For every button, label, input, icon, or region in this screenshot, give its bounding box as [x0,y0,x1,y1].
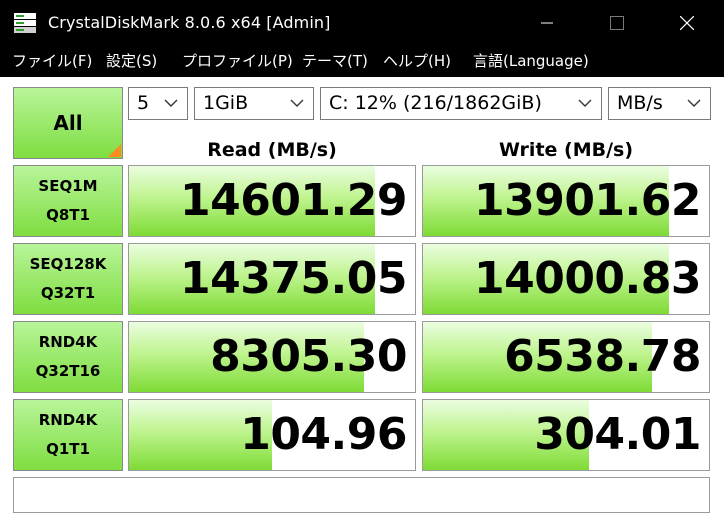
close-icon [680,16,694,30]
minimize-button[interactable] [524,0,570,46]
chevron-down-icon [578,99,592,107]
maximize-button[interactable] [594,0,640,46]
test-button-rnd4k-q32t16[interactable]: RND4K Q32T16 [13,321,123,393]
minimize-icon [541,22,553,24]
test-button-rnd4k-q1t1[interactable]: RND4K Q1T1 [13,399,123,471]
write-value: 304.01 [534,409,701,460]
unit-value: MB/s [617,92,663,114]
drive-value: C: 12% (216/1862GiB) [329,92,542,114]
test-name-line2: Q1T1 [46,440,90,458]
result-write-seq128k-q32t1: 14000.83 [422,243,710,315]
comment-input[interactable] [13,477,710,513]
test-count-value: 5 [137,92,150,114]
unit-select[interactable]: MB/s [608,87,711,120]
test-name-line2: Q32T1 [40,284,96,302]
test-name-line1: SEQ128K [29,255,107,273]
test-size-select[interactable]: 1GiB [194,87,314,120]
read-value: 14375.05 [179,253,408,304]
write-value: 14000.83 [473,253,702,304]
test-button-seq1m-q8t1[interactable]: SEQ1M Q8T1 [13,165,123,237]
chevron-down-icon [164,99,178,107]
test-count-select[interactable]: 5 [128,87,188,120]
result-write-rnd4k-q32t16: 6538.78 [422,321,710,393]
result-write-rnd4k-q1t1: 304.01 [422,399,710,471]
result-write-seq1m-q8t1: 13901.62 [422,165,710,237]
menu-help[interactable]: ヘルプ(H) [383,46,451,77]
title-bar[interactable]: CrystalDiskMark 8.0.6 x64 [Admin] [0,0,724,46]
menu-theme[interactable]: テーマ(T) [302,46,368,77]
test-size-value: 1GiB [203,92,249,114]
test-button-seq128k-q32t1[interactable]: SEQ128K Q32T1 [13,243,123,315]
menu-language[interactable]: 言語(Language) [473,46,589,77]
drive-select[interactable]: C: 12% (216/1862GiB) [320,87,602,120]
maximize-icon [610,16,624,30]
write-value: 6538.78 [504,331,701,382]
all-button-label: All [53,111,83,135]
all-button[interactable]: All [13,87,123,159]
result-read-rnd4k-q32t16: 8305.30 [128,321,416,393]
read-column-header: Read (MB/s) [207,139,337,161]
menu-settings[interactable]: 設定(S) [106,46,157,77]
test-name-line2: Q8T1 [46,206,90,224]
window-title: CrystalDiskMark 8.0.6 x64 [Admin] [48,13,331,32]
menu-bar: ファイル(F) 設定(S) プロファイル(P) テーマ(T) ヘルプ(H) 言語… [0,46,724,77]
corner-marker-icon [108,144,121,157]
result-read-seq1m-q8t1: 14601.29 [128,165,416,237]
chevron-down-icon [290,99,304,107]
test-name-line2: Q32T16 [35,362,101,380]
main-panel: All 5 1GiB C: 12% (216/1862GiB) MB/s Rea… [0,77,724,527]
result-read-rnd4k-q1t1: 104.96 [128,399,416,471]
menu-profile[interactable]: プロファイル(P) [182,46,293,77]
close-button[interactable] [664,0,710,46]
disk-icon [14,13,36,33]
menu-file[interactable]: ファイル(F) [12,46,92,77]
chevron-down-icon [687,99,701,107]
test-name-line1: RND4K [38,333,98,351]
read-value: 104.96 [240,409,407,460]
result-read-seq128k-q32t1: 14375.05 [128,243,416,315]
read-value: 14601.29 [179,175,408,226]
read-value: 8305.30 [210,331,407,382]
test-name-line1: RND4K [38,411,98,429]
write-column-header: Write (MB/s) [498,139,634,161]
write-value: 13901.62 [473,175,702,226]
test-name-line1: SEQ1M [38,177,98,195]
